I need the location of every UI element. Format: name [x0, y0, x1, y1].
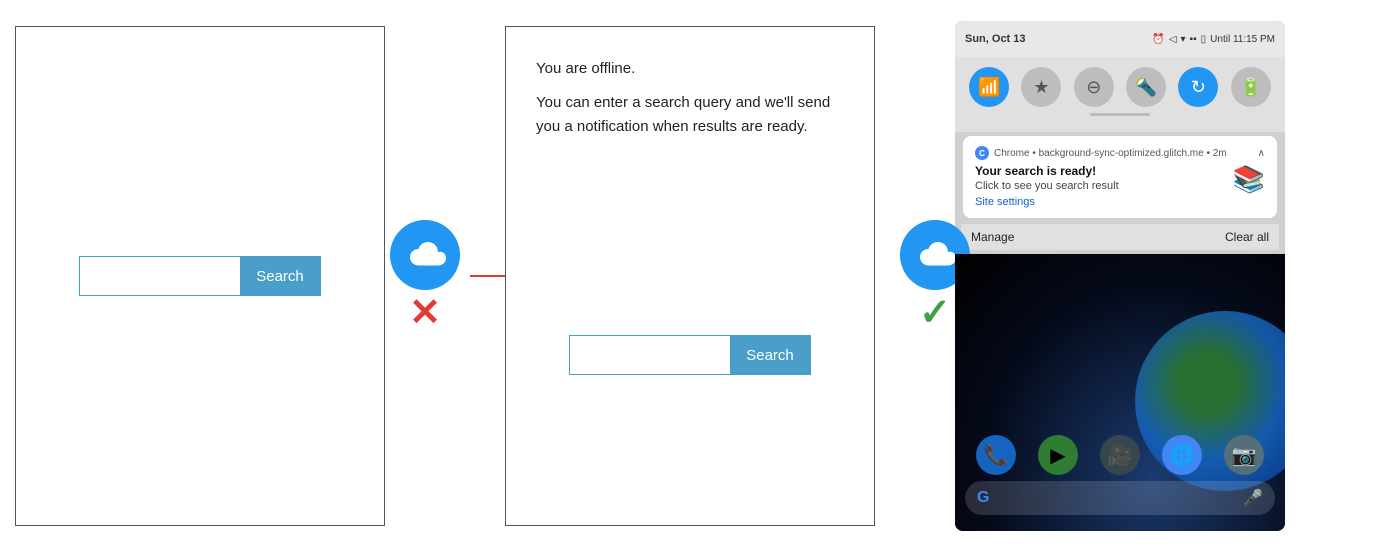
qs-dnd-icon[interactable]: ⊖ [1074, 67, 1114, 107]
qs-battery-icon[interactable]: 🔋 [1231, 67, 1271, 107]
panel-1: Search [15, 26, 385, 526]
notif-footer[interactable]: Site settings [975, 196, 1119, 208]
qs-wifi-icon[interactable]: 📶 [969, 67, 1009, 107]
status-icons: ⏰ ◁ ▾ ▪▪ ▯ Until 11:15 PM [1152, 34, 1275, 45]
qs-flashlight-icon[interactable]: 🔦 [1126, 67, 1166, 107]
cloud-icon-1 [390, 220, 460, 290]
offline-line1: You are offline. [536, 57, 635, 81]
search-button-2[interactable]: Search [730, 336, 810, 374]
notif-body: Click to see you search result [975, 180, 1119, 192]
notification-card[interactable]: C Chrome • background-sync-optimized.gli… [963, 136, 1277, 218]
notif-title: Your search is ready! [975, 164, 1119, 178]
status-date: Sun, Oct 13 [965, 33, 1026, 45]
phone-app-icon[interactable]: 📞 [976, 435, 1016, 475]
vpn-icon: ◁ [1169, 34, 1177, 45]
notif-book-icon: 📚 [1233, 164, 1265, 195]
x-mark: ✕ [409, 294, 441, 332]
battery-icon: ▯ [1201, 34, 1207, 45]
qs-bluetooth-icon[interactable]: ★ [1021, 67, 1061, 107]
qs-sync-icon[interactable]: ↻ [1178, 67, 1218, 107]
camera-app-icon[interactable]: 🎥 [1100, 435, 1140, 475]
offline-line2: You can enter a search query and we'll s… [536, 91, 844, 139]
chrome-app-icon[interactable]: 🌐 [1162, 435, 1202, 475]
clear-all-button[interactable]: Clear all [1225, 230, 1269, 244]
panel-2: You are offline. You can enter a search … [505, 26, 875, 526]
camera2-app-icon[interactable]: 📷 [1224, 435, 1264, 475]
search-button-1[interactable]: Search [240, 257, 320, 295]
search-input-2[interactable] [570, 336, 730, 374]
play-app-icon[interactable]: ▶ [1038, 435, 1078, 475]
check-mark: ✓ [919, 294, 951, 332]
android-home: 📞 ▶ 🎥 🌐 📷 G 🎤 [955, 254, 1285, 531]
quick-settings: 📶 ★ ⊖ 🔦 ↻ 🔋 [955, 57, 1285, 132]
search-bar-1[interactable]: Search [79, 256, 321, 296]
qs-divider [1090, 113, 1150, 116]
wifi-icon: ▾ [1181, 34, 1186, 45]
google-mic-icon[interactable]: 🎤 [1243, 488, 1263, 508]
notif-header: C Chrome • background-sync-optimized.gli… [975, 146, 1265, 160]
google-search-bar[interactable]: G 🎤 [965, 481, 1275, 515]
notif-source: Chrome • background-sync-optimized.glitc… [994, 148, 1227, 159]
main-container: Search ✕ You are offline. You can enter … [0, 0, 1400, 552]
search-input-1[interactable] [80, 257, 240, 295]
notif-collapse-icon[interactable]: ∧ [1258, 148, 1265, 159]
time-until: Until 11:15 PM [1210, 34, 1275, 45]
qs-row: 📶 ★ ⊖ 🔦 ↻ 🔋 [963, 67, 1277, 107]
alarm-icon: ⏰ [1152, 34, 1164, 45]
signal-icon: ▪▪ [1190, 34, 1197, 45]
google-logo: G [977, 489, 989, 507]
notif-header-left: C Chrome • background-sync-optimized.gli… [975, 146, 1227, 160]
chrome-icon: C [975, 146, 989, 160]
app-dock: 📞 ▶ 🎥 🌐 📷 [955, 435, 1285, 481]
search-bar-2[interactable]: Search [569, 335, 811, 375]
status-bar: Sun, Oct 13 ⏰ ◁ ▾ ▪▪ ▯ Until 11:15 PM [955, 21, 1285, 57]
phone-panel: Sun, Oct 13 ⏰ ◁ ▾ ▪▪ ▯ Until 11:15 PM 📶 … [955, 21, 1285, 531]
